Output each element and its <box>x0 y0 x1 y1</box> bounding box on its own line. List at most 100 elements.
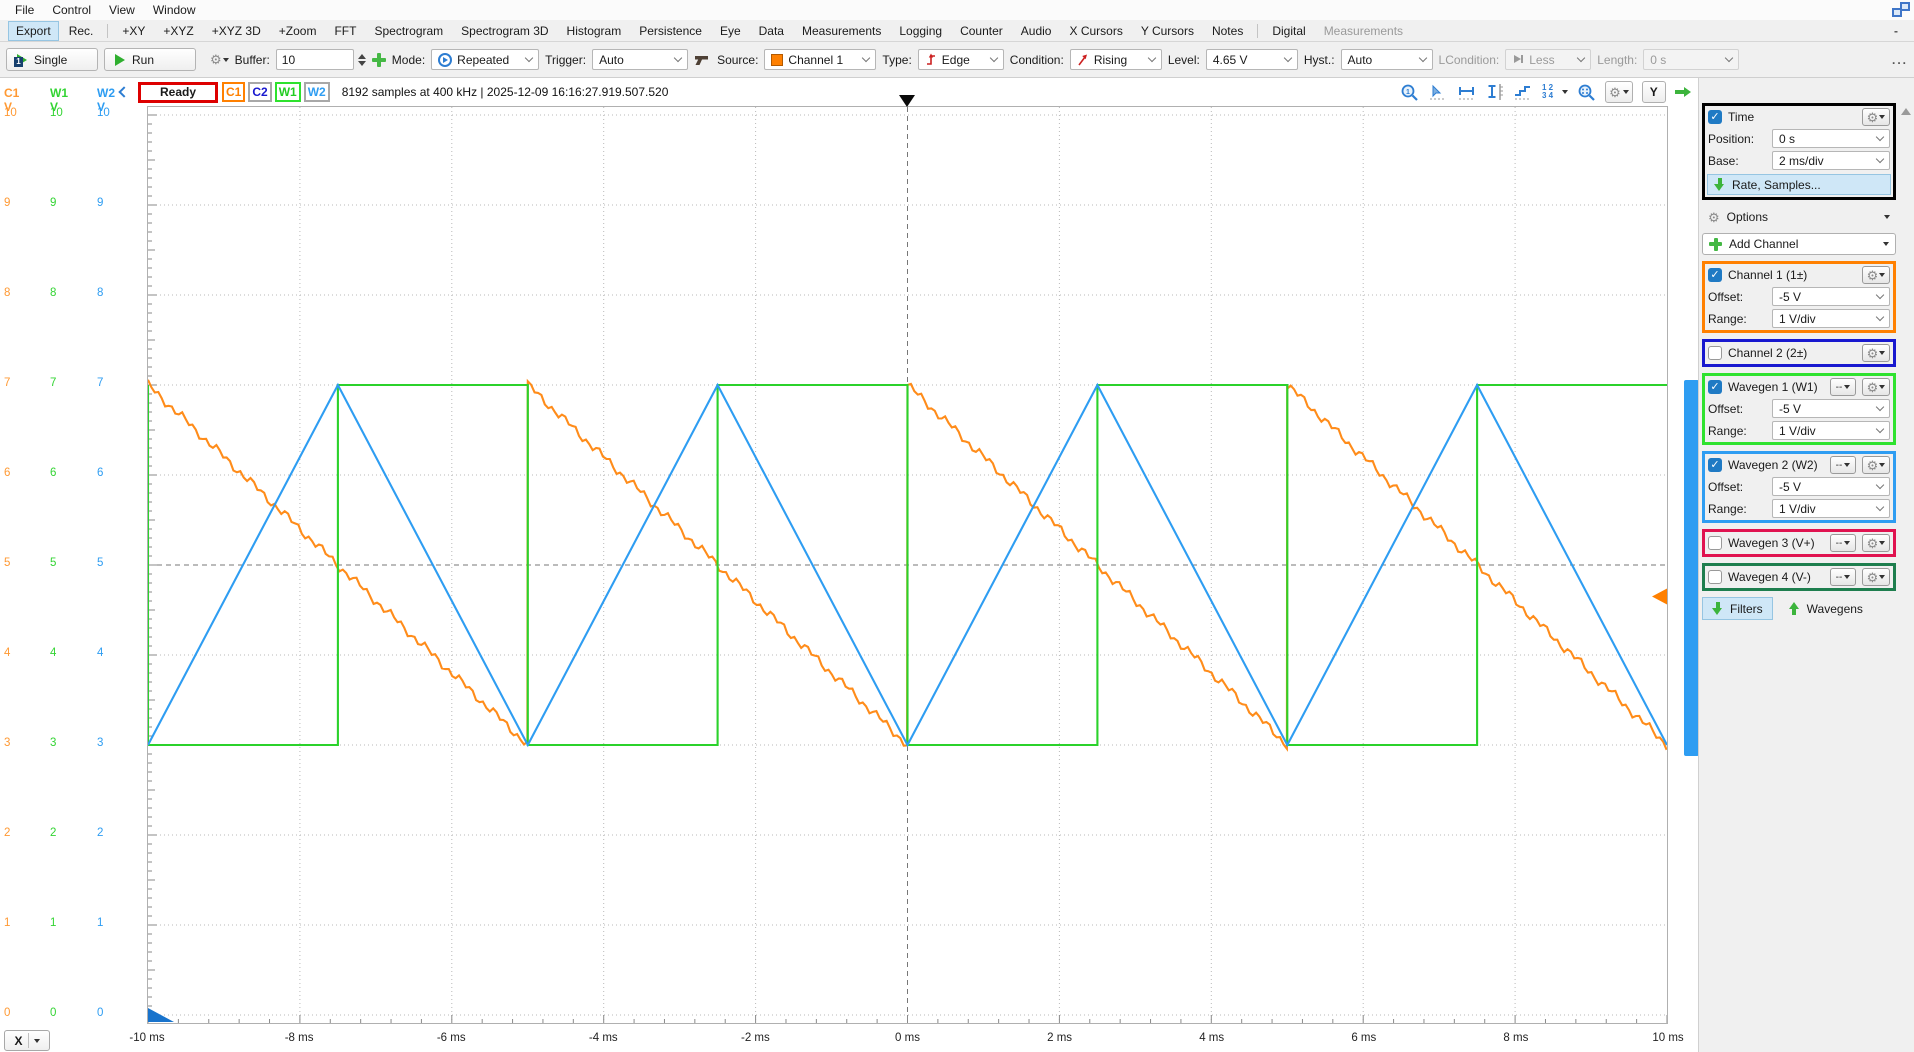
add-channel-select[interactable]: Add Channel <box>1702 233 1896 255</box>
channel1-color-swatch <box>771 54 783 66</box>
trigger-position-marker[interactable] <box>899 95 915 107</box>
axis-value: 9 <box>50 197 90 209</box>
panel-scrollbar[interactable] <box>1898 103 1913 1050</box>
view-item-notes[interactable]: Notes <box>1204 21 1251 41</box>
menu-view[interactable]: View <box>100 1 144 19</box>
channel-gear-button[interactable]: ⚙ <box>1862 344 1890 362</box>
trigger-level-marker[interactable] <box>1652 589 1667 605</box>
x-position-marker[interactable] <box>148 1008 174 1022</box>
field-select[interactable]: 1 V/div <box>1772 421 1890 440</box>
view-item-audio[interactable]: Audio <box>1013 21 1060 41</box>
position-select[interactable]: 0 s <box>1772 129 1890 148</box>
condition-select[interactable]: Rising <box>1070 49 1162 70</box>
base-select[interactable]: 2 ms/div <box>1772 151 1890 170</box>
axis-value: 10 <box>50 107 90 119</box>
channel-checkbox[interactable]: ✓ <box>1708 380 1722 394</box>
view-item-measurements[interactable]: Measurements <box>794 21 889 41</box>
field-select[interactable]: -5 V <box>1772 399 1890 418</box>
y-axis-button[interactable]: Y <box>1642 81 1666 103</box>
wavegen-mini-select[interactable]: -- <box>1830 534 1856 552</box>
view-item-export[interactable]: Export <box>8 21 59 41</box>
add-mode-icon[interactable] <box>372 53 386 67</box>
view-item-logging[interactable]: Logging <box>891 21 950 41</box>
view-item--xyz[interactable]: +XYZ <box>155 21 201 41</box>
scroll-up-icon[interactable] <box>1901 108 1911 115</box>
field-select[interactable]: 1 V/div <box>1772 499 1890 518</box>
rate-samples-button[interactable]: Rate, Samples... <box>1707 174 1891 195</box>
hysteresis-select[interactable]: Auto <box>1341 49 1433 70</box>
view-item-x-cursors[interactable]: X Cursors <box>1061 21 1130 41</box>
view-item-histogram[interactable]: Histogram <box>559 21 630 41</box>
single-button[interactable]: 1 Single <box>6 48 98 71</box>
view-item--xyz-3d[interactable]: +XYZ 3D <box>204 21 269 41</box>
x-axis-button[interactable]: X <box>4 1030 50 1051</box>
view-item-spectrogram[interactable]: Spectrogram <box>366 21 451 41</box>
type-select[interactable]: Edge <box>918 49 1004 70</box>
detach-arrow-icon[interactable] <box>1675 87 1691 97</box>
view-item-counter[interactable]: Counter <box>952 21 1011 41</box>
time-checkbox[interactable]: ✓ <box>1708 110 1722 124</box>
channel-checkbox[interactable] <box>1708 536 1722 550</box>
level-select[interactable]: 4.65 V <box>1206 49 1298 70</box>
buffer-gear-button[interactable]: ⚙ <box>210 53 229 66</box>
trigger-select[interactable]: Auto <box>592 49 688 70</box>
buffer-spinner[interactable] <box>358 54 366 66</box>
viewbar-overflow[interactable]: - <box>1894 24 1898 38</box>
channel-gear-button[interactable]: ⚙ <box>1862 534 1890 552</box>
channel-gear-button[interactable]: ⚙ <box>1862 456 1890 474</box>
window-restore-icon[interactable] <box>1892 2 1910 17</box>
wavegen-mini-select[interactable]: -- <box>1830 568 1856 586</box>
field-select[interactable]: -5 V <box>1772 287 1890 306</box>
channel-tab-w1[interactable]: W1 <box>275 82 301 102</box>
buffer-input[interactable]: 10 <box>276 49 354 70</box>
channel-tab-w2[interactable]: W2 <box>304 82 330 102</box>
options-row[interactable]: ⚙ Options <box>1702 206 1896 228</box>
cursor-numbers-icon[interactable]: 1 23 4 <box>1542 84 1553 100</box>
wavegens-button[interactable]: Wavegens <box>1783 597 1869 620</box>
channel-gear-button[interactable]: ⚙ <box>1862 266 1890 284</box>
view-item-persistence[interactable]: Persistence <box>631 21 710 41</box>
collapse-left-icon[interactable] <box>118 86 129 97</box>
zoom-icon[interactable] <box>1577 83 1596 102</box>
pointer-icon[interactable] <box>1428 83 1448 102</box>
vertical-measure-icon[interactable] <box>1486 83 1504 102</box>
cursors-dropdown[interactable] <box>1562 90 1568 94</box>
view-item-digital[interactable]: Digital <box>1264 21 1313 41</box>
trigger-label: Trigger: <box>545 53 586 67</box>
horizontal-measure-icon[interactable] <box>1457 83 1477 102</box>
channel-gear-button[interactable]: ⚙ <box>1862 378 1890 396</box>
view-item-fft[interactable]: FFT <box>326 21 364 41</box>
wavegen-mini-select[interactable]: -- <box>1830 456 1856 474</box>
channel-checkbox[interactable] <box>1708 570 1722 584</box>
view-item-spectrogram-3d[interactable]: Spectrogram 3D <box>453 21 556 41</box>
channel-checkbox[interactable]: ✓ <box>1708 268 1722 282</box>
time-gear-button[interactable]: ⚙ <box>1862 108 1890 126</box>
wavegen-mini-select[interactable]: -- <box>1830 378 1856 396</box>
channel-checkbox[interactable] <box>1708 346 1722 360</box>
waveform-plot[interactable] <box>147 106 1668 1024</box>
mode-select[interactable]: Repeated <box>431 49 539 70</box>
quick-measure-icon[interactable] <box>1513 83 1533 102</box>
channel-checkbox[interactable]: ✓ <box>1708 458 1722 472</box>
toolbar-overflow[interactable]: ... <box>1892 53 1908 67</box>
view-item-eye[interactable]: Eye <box>712 21 749 41</box>
view-item-rec-[interactable]: Rec. <box>61 21 102 41</box>
field-select[interactable]: 1 V/div <box>1772 309 1890 328</box>
source-select[interactable]: Channel 1 <box>764 49 876 70</box>
channel-gear-button[interactable]: ⚙ <box>1862 568 1890 586</box>
channel-tab-c1[interactable]: C1 <box>222 82 245 102</box>
view-item-data[interactable]: Data <box>751 21 792 41</box>
channel-tab-c2[interactable]: C2 <box>248 82 271 102</box>
menu-file[interactable]: File <box>6 1 43 19</box>
view-item--zoom[interactable]: +Zoom <box>271 21 325 41</box>
view-item-y-cursors[interactable]: Y Cursors <box>1133 21 1202 41</box>
wavegen2-range-bar[interactable] <box>1684 380 1699 756</box>
plot-options-button[interactable]: ⚙ <box>1605 81 1633 103</box>
field-select[interactable]: -5 V <box>1772 477 1890 496</box>
run-button[interactable]: Run <box>104 48 196 71</box>
filters-button[interactable]: Filters <box>1702 597 1773 620</box>
menu-control[interactable]: Control <box>43 1 100 19</box>
view-item--xy[interactable]: +XY <box>114 21 153 41</box>
menu-window[interactable]: Window <box>144 1 205 19</box>
fit-zoom-icon[interactable]: 1 <box>1400 83 1419 102</box>
